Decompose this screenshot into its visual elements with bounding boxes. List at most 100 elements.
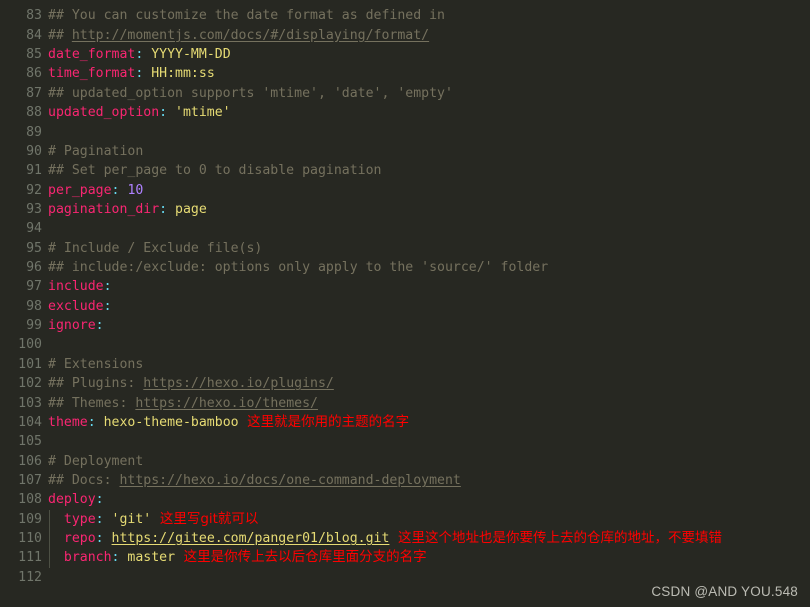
repo-url-link[interactable]: https://gitee.com/panger01/blog.git (112, 531, 390, 546)
line-number: 95 (26, 240, 42, 256)
code-line[interactable]: 111 branch: master 这里是你传上去以后仓库里面分支的名字 (0, 548, 810, 567)
code-line[interactable]: 108 deploy: (0, 490, 810, 509)
colon-token: : (95, 511, 104, 527)
url-link[interactable]: https://hexo.io/docs/one-command-deploym… (119, 473, 460, 488)
code-line-content[interactable]: # Pagination (48, 142, 143, 161)
line-number: 101 (18, 356, 42, 372)
comment-token: ## include:/exclude: options only apply … (48, 260, 549, 276)
comment-token: # Include / Exclude file(s) (48, 240, 263, 256)
code-line[interactable]: 83 ## You can customize the date format a… (0, 6, 810, 25)
code-line-content[interactable]: ignore: (48, 316, 104, 335)
code-line-content[interactable]: date_format: YYYY-MM-DD (48, 45, 231, 64)
yaml-key-token: theme (48, 414, 88, 430)
code-line[interactable]: 105 (0, 432, 810, 451)
line-number: 84 (26, 27, 42, 43)
code-line-content[interactable]: ## Docs: https://hexo.io/docs/one-comman… (48, 471, 461, 490)
code-line[interactable]: 101 # Extensions (0, 355, 810, 374)
comment-token: ## Themes: (48, 395, 136, 411)
yaml-key-token: time_format (48, 66, 136, 82)
line-number: 86 (26, 66, 42, 82)
yaml-value-token: hexo-theme-bamboo (95, 414, 239, 430)
code-editor-view[interactable]: ## You can customize the date format as … (0, 0, 810, 607)
code-line[interactable]: 92 per_page: 10 (0, 181, 810, 200)
code-line-content[interactable]: updated_option: 'mtime' (48, 103, 231, 122)
colon-token: : (95, 531, 104, 547)
line-number: 106 (18, 453, 42, 469)
code-line-content[interactable]: ## include:/exclude: options only apply … (48, 258, 548, 277)
code-line[interactable]: 86 time_format: HH:mm:ss (0, 64, 810, 83)
code-line-content[interactable]: include: (48, 277, 112, 296)
comment-token: ## Docs: (48, 472, 120, 488)
code-line[interactable]: 107 ## Docs: https://hexo.io/docs/one-com… (0, 471, 810, 490)
line-number: 94 (26, 221, 42, 237)
code-line[interactable]: 94 (0, 219, 810, 238)
line-number: 99 (26, 318, 42, 334)
code-line-content[interactable]: deploy: (48, 490, 104, 509)
code-line-content[interactable]: ## Themes: https://hexo.io/themes/ (48, 394, 318, 413)
code-line[interactable]: 102 ## Plugins: https://hexo.io/plugins/ (0, 374, 810, 393)
code-line-content[interactable]: exclude: (48, 297, 112, 316)
code-line-content[interactable]: type: 'git' 这里写git就可以 (48, 510, 259, 529)
code-line[interactable]: 106 # Deployment (0, 452, 810, 471)
code-line[interactable]: 85 date_format: YYYY-MM-DD (0, 45, 810, 64)
line-number: 89 (26, 124, 42, 140)
red-annotation-text: 这里写git就可以 (151, 510, 259, 527)
code-line-content[interactable]: # Include / Exclude file(s) (48, 239, 262, 258)
code-line[interactable]: 103 ## Themes: https://hexo.io/themes/ (0, 394, 810, 413)
url-link[interactable]: https://hexo.io/plugins/ (143, 376, 334, 391)
line-number: 88 (26, 105, 42, 121)
yaml-value-token: page (167, 201, 207, 217)
yaml-value-token: master (119, 550, 176, 566)
code-line-content[interactable]: per_page: 10 (48, 181, 143, 200)
code-line[interactable]: 95 # Include / Exclude file(s) (0, 239, 810, 258)
code-line-content[interactable]: repo: https://gitee.com/panger01/blog.gi… (48, 529, 722, 548)
code-line-content[interactable]: ## Plugins: https://hexo.io/plugins/ (48, 374, 334, 393)
code-line[interactable]: 84 ## http://momentjs.com/docs/#/displayi… (0, 26, 810, 45)
comment-token: ## (48, 27, 72, 43)
line-number: 83 (26, 8, 42, 24)
line-number: 103 (18, 395, 42, 411)
code-line[interactable]: 91 ## Set per_page to 0 to disable pagina… (0, 161, 810, 180)
code-line-content[interactable]: # Extensions (48, 355, 143, 374)
code-line-content[interactable]: ## updated_option supports 'mtime', 'dat… (48, 84, 453, 103)
url-link[interactable]: https://hexo.io/themes/ (135, 396, 318, 411)
code-line-content[interactable]: pagination_dir: page (48, 200, 207, 219)
code-line[interactable]: 93 pagination_dir: page (0, 200, 810, 219)
code-line[interactable]: 88 updated_option: 'mtime' (0, 103, 810, 122)
code-line-content[interactable]: ## You can customize the date format as … (48, 6, 445, 25)
code-line-content[interactable]: branch: master 这里是你传上去以后仓库里面分支的名字 (48, 548, 427, 567)
yaml-key-token: ignore (48, 318, 96, 334)
line-number: 105 (18, 434, 42, 450)
yaml-key-token: include (48, 279, 104, 295)
code-line-content[interactable]: ## http://momentjs.com/docs/#/displaying… (48, 26, 429, 45)
code-line[interactable]: 104 theme: hexo-theme-bamboo 这里就是你用的主题的名字 (0, 413, 810, 432)
yaml-key-token: updated_option (48, 105, 160, 121)
code-line-content[interactable]: # Deployment (48, 452, 143, 471)
code-line[interactable]: 109 type: 'git' 这里写git就可以 (0, 510, 810, 529)
code-line[interactable]: 96 ## include:/exclude: options only appl… (0, 258, 810, 277)
comment-token: ## You can customize the date format as … (48, 0, 445, 4)
colon-token: : (103, 298, 112, 314)
colon-token: : (95, 318, 104, 334)
url-link[interactable]: http://momentjs.com/docs/#/displaying/fo… (72, 28, 429, 43)
code-line[interactable]: 110 repo: https://gitee.com/panger01/blo… (0, 529, 810, 548)
line-number: 104 (18, 414, 42, 430)
red-annotation-text: 这里这个地址也是你要传上去的仓库的地址，不要填错 (389, 530, 723, 547)
line-number: 109 (18, 511, 42, 527)
code-line[interactable]: 99 ignore: (0, 316, 810, 335)
line-number: 93 (26, 201, 42, 217)
code-line-content[interactable]: time_format: HH:mm:ss (48, 64, 215, 83)
code-line[interactable]: 89 (0, 123, 810, 142)
code-line[interactable]: 90 # Pagination (0, 142, 810, 161)
colon-token: : (103, 279, 112, 295)
code-line-content[interactable]: theme: hexo-theme-bamboo 这里就是你用的主题的名字 (48, 413, 409, 432)
comment-token: # Extensions (48, 356, 144, 372)
code-line[interactable]: 97 include: (0, 277, 810, 296)
code-lines-container[interactable]: ## You can customize the date format as … (0, 0, 810, 587)
code-line[interactable]: 98 exclude: (0, 297, 810, 316)
comment-token: # Pagination (48, 143, 144, 159)
code-line-content[interactable]: ## Set per_page to 0 to disable paginati… (48, 161, 381, 180)
code-line[interactable]: 87 ## updated_option supports 'mtime', 'd… (0, 84, 810, 103)
line-number: 108 (18, 492, 42, 508)
code-line[interactable]: 100 (0, 335, 810, 354)
